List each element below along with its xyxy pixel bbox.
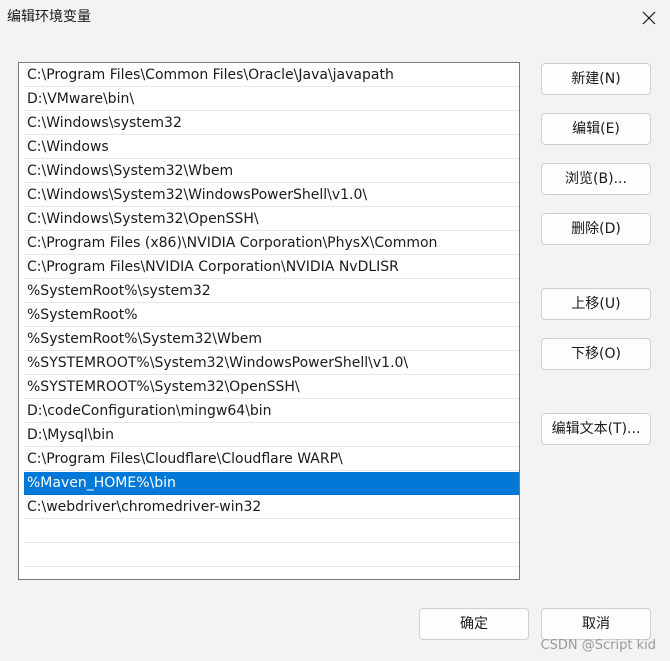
path-list-item[interactable]: C:\Windows bbox=[24, 136, 519, 159]
browse-button[interactable]: 浏览(B)... bbox=[541, 163, 651, 195]
path-list-item[interactable]: C:\Program Files\NVIDIA Corporation\NVID… bbox=[24, 256, 519, 279]
path-list-item[interactable]: D:\codeConfiguration\mingw64\bin bbox=[24, 400, 519, 423]
path-list-item[interactable]: C:\Windows\System32\Wbem bbox=[24, 160, 519, 183]
edit-button[interactable]: 编辑(E) bbox=[541, 113, 651, 145]
path-list-item[interactable]: D:\VMware\bin\ bbox=[24, 88, 519, 111]
path-list-item[interactable]: %SystemRoot%\system32 bbox=[24, 280, 519, 303]
path-list[interactable]: C:\Program Files\Common Files\Oracle\Jav… bbox=[18, 62, 520, 580]
path-list-item[interactable]: %SystemRoot%\System32\Wbem bbox=[24, 328, 519, 351]
delete-button[interactable]: 删除(D) bbox=[541, 213, 651, 245]
title-bar: 编辑环境变量 bbox=[0, 0, 670, 38]
path-list-item[interactable]: C:\Program Files (x86)\NVIDIA Corporatio… bbox=[24, 232, 519, 255]
close-button[interactable] bbox=[630, 2, 668, 34]
path-list-item[interactable]: D:\Mysql\bin bbox=[24, 424, 519, 447]
path-list-item[interactable]: C:\Program Files\Cloudflare\Cloudflare W… bbox=[24, 448, 519, 471]
edit-text-button[interactable]: 编辑文本(T)... bbox=[541, 413, 651, 445]
path-list-empty-row[interactable] bbox=[24, 544, 519, 567]
path-list-item[interactable]: C:\Windows\system32 bbox=[24, 112, 519, 135]
path-list-item[interactable]: %SYSTEMROOT%\System32\WindowsPowerShell\… bbox=[24, 352, 519, 375]
watermark: CSDN @Script kid bbox=[540, 638, 656, 653]
dialog-title: 编辑环境变量 bbox=[7, 9, 91, 25]
edit-env-var-dialog: 编辑环境变量 C:\Program Files\Common Files\Ora… bbox=[0, 0, 670, 661]
move-down-button[interactable]: 下移(O) bbox=[541, 338, 651, 370]
path-list-item[interactable]: C:\webdriver\chromedriver-win32 bbox=[24, 496, 519, 519]
cancel-button[interactable]: 取消 bbox=[541, 608, 651, 640]
new-button[interactable]: 新建(N) bbox=[541, 63, 651, 95]
path-list-item[interactable]: C:\Program Files\Common Files\Oracle\Jav… bbox=[24, 64, 519, 87]
path-list-item[interactable]: %SystemRoot% bbox=[24, 304, 519, 327]
path-list-item[interactable]: C:\Windows\System32\OpenSSH\ bbox=[24, 208, 519, 231]
path-list-item[interactable]: C:\Windows\System32\WindowsPowerShell\v1… bbox=[24, 184, 519, 207]
path-list-empty-row[interactable] bbox=[24, 520, 519, 543]
move-up-button[interactable]: 上移(U) bbox=[541, 288, 651, 320]
path-list-item[interactable]: %SYSTEMROOT%\System32\OpenSSH\ bbox=[24, 376, 519, 399]
path-list-item[interactable]: %Maven_HOME%\bin bbox=[24, 472, 519, 495]
ok-button[interactable]: 确定 bbox=[419, 608, 529, 640]
close-icon bbox=[642, 11, 656, 25]
